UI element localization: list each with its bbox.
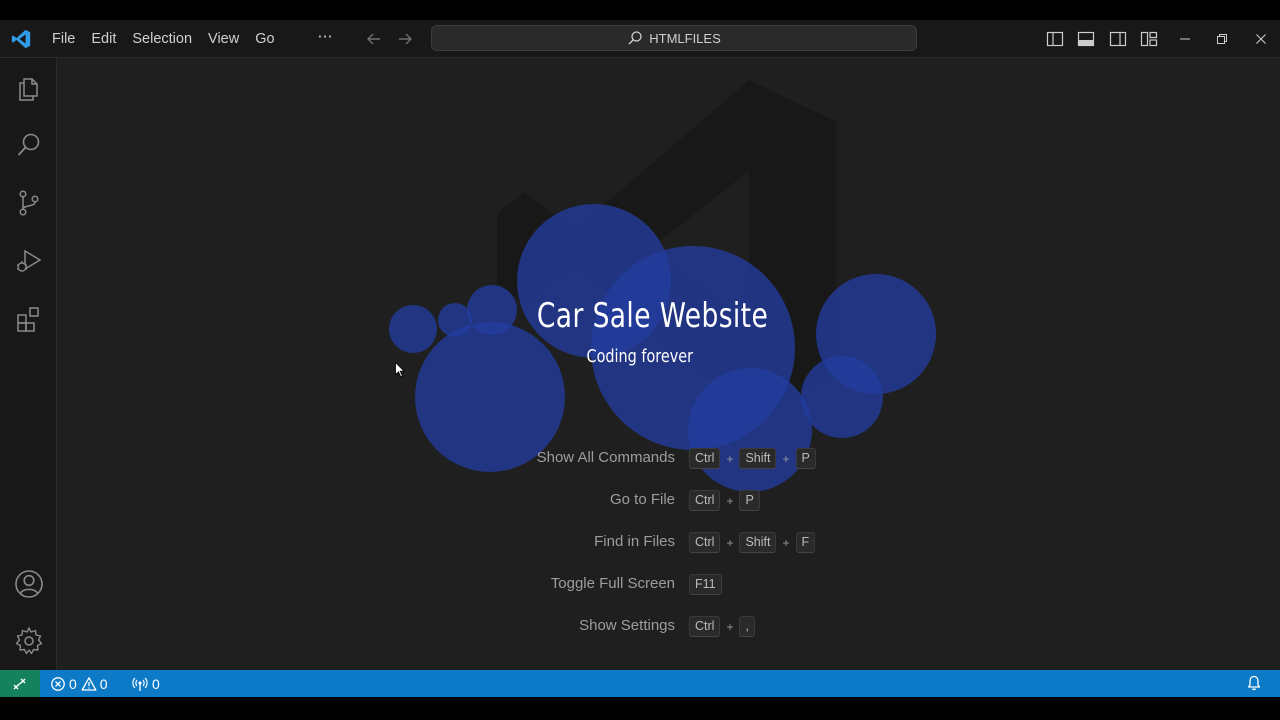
shortcut-row-toggle-full-screen[interactable]: Toggle Full Screen F11: [57, 572, 1280, 598]
explorer-icon: [18, 78, 38, 101]
activity-bar: [0, 58, 57, 670]
more-menu-button[interactable]: ···: [312, 20, 338, 58]
shortcut-row-show-all-commands[interactable]: Show All Commands Ctrl + Shift + P: [57, 446, 1280, 472]
menu-edit[interactable]: Edit: [83, 20, 124, 58]
notifications-bell-icon[interactable]: [1246, 675, 1262, 691]
warning-icon: [81, 676, 97, 691]
shortcut-label: Find in Files: [594, 533, 675, 550]
error-count: 0: [69, 675, 77, 692]
shortcut-label: Show All Commands: [536, 449, 675, 466]
ports-indicator[interactable]: 0: [132, 670, 160, 697]
shortcut-label: Show Settings: [579, 617, 675, 634]
back-arrow-icon[interactable]: [364, 29, 384, 49]
key-separator: +: [726, 619, 734, 634]
activity-run-debug[interactable]: [0, 237, 57, 285]
key-separator: +: [782, 535, 790, 550]
menu-bar: File Edit Selection View Go: [44, 20, 283, 58]
menu-file[interactable]: File: [44, 20, 83, 58]
remote-indicator[interactable]: [0, 670, 40, 697]
toggle-secondary-sidebar-icon[interactable]: [1108, 29, 1128, 49]
key-separator: +: [726, 451, 734, 466]
command-center-label: HTMLFILES: [649, 30, 721, 46]
menu-selection[interactable]: Selection: [124, 20, 200, 58]
shortcut-label: Toggle Full Screen: [550, 575, 675, 592]
activity-explorer[interactable]: [0, 64, 57, 112]
key-ctrl: Ctrl: [689, 616, 721, 637]
mouse-cursor-icon: [395, 362, 405, 378]
menu-view[interactable]: View: [200, 20, 247, 58]
keybinding: Ctrl + P: [689, 490, 760, 511]
close-icon: [1256, 34, 1266, 44]
problems-indicator[interactable]: 0 0: [50, 670, 108, 697]
warning-count: 0: [99, 675, 108, 692]
key-ctrl: Ctrl: [689, 448, 721, 469]
shortcut-row-find-in-files[interactable]: Find in Files Ctrl + Shift + F: [57, 530, 1280, 556]
keybinding: Ctrl + Shift + F: [689, 532, 816, 553]
activity-extensions[interactable]: [0, 295, 57, 343]
broadcast-icon: [132, 677, 148, 691]
toggle-primary-sidebar-icon[interactable]: [1045, 29, 1065, 49]
vscode-logo-icon: [11, 29, 31, 49]
vscode-window: File Edit Selection View Go ··· HTMLFILE…: [0, 20, 1280, 697]
key-separator: +: [726, 493, 734, 508]
error-icon: [51, 676, 65, 691]
shortcut-label: Go to File: [609, 491, 675, 508]
keybinding: Ctrl + ,: [689, 616, 755, 637]
restore-button[interactable]: [1203, 20, 1241, 58]
menu-go[interactable]: Go: [247, 20, 282, 58]
editor-area: Car Sale Website Coding forever Show All…: [57, 58, 1280, 670]
key-separator: +: [726, 535, 734, 550]
ports-count: 0: [152, 675, 160, 692]
key-f11: F11: [689, 574, 722, 595]
keybinding: Ctrl + Shift + P: [689, 448, 816, 469]
shortcut-row-show-settings[interactable]: Show Settings Ctrl + ,: [57, 614, 1280, 640]
hero-title: Car Sale Website: [536, 296, 769, 336]
keybinding: F11: [689, 574, 722, 595]
search-icon: [17, 133, 39, 156]
restore-icon: [1217, 34, 1227, 44]
toggle-panel-icon[interactable]: [1076, 29, 1096, 49]
activity-search[interactable]: [0, 121, 57, 169]
title-bar: File Edit Selection View Go ··· HTMLFILE…: [0, 20, 1280, 58]
key-ctrl: Ctrl: [689, 532, 721, 553]
account-icon: [14, 570, 43, 598]
key-comma: ,: [739, 616, 755, 637]
status-bar: 0 0 0: [0, 670, 1280, 697]
command-center[interactable]: HTMLFILES: [431, 25, 917, 51]
key-p: P: [739, 490, 760, 511]
key-ctrl: Ctrl: [689, 490, 721, 511]
search-icon: [628, 31, 642, 45]
activity-source-control[interactable]: [0, 179, 57, 227]
key-f: F: [795, 532, 816, 553]
key-shift: Shift: [739, 532, 777, 553]
activity-accounts[interactable]: [0, 560, 57, 608]
key-p: P: [795, 448, 816, 469]
hero-subtitle: Coding forever: [586, 346, 694, 367]
minimize-icon: [1180, 38, 1190, 40]
close-button[interactable]: [1242, 20, 1280, 58]
remote-icon: [13, 678, 26, 689]
extensions-icon: [16, 307, 39, 332]
source-control-icon: [18, 190, 39, 216]
gear-icon: [15, 627, 42, 655]
forward-arrow-icon[interactable]: [395, 29, 415, 49]
activity-manage[interactable]: [0, 617, 57, 665]
minimize-button[interactable]: [1166, 20, 1204, 58]
customize-layout-icon[interactable]: [1139, 29, 1159, 49]
run-debug-icon: [16, 249, 41, 272]
key-separator: +: [782, 451, 790, 466]
shortcut-row-go-to-file[interactable]: Go to File Ctrl + P: [57, 488, 1280, 514]
key-shift: Shift: [739, 448, 777, 469]
